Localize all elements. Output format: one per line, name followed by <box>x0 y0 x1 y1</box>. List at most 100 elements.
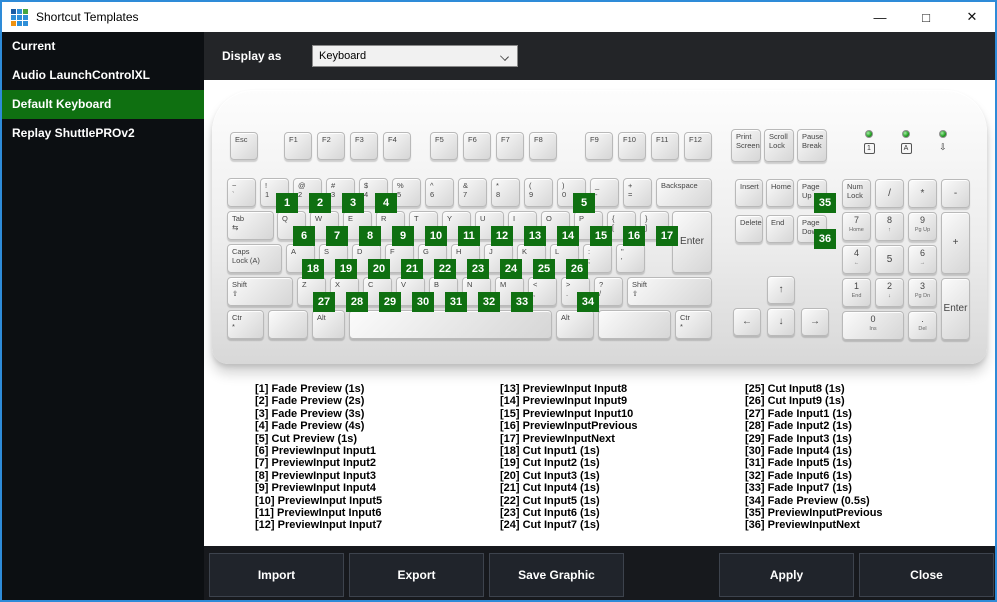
display-as-dropdown[interactable]: Keyboard <box>312 45 518 67</box>
shortcut-badge-9: 9 <box>392 226 414 246</box>
key-scroll-lock: Scroll Lock <box>764 129 794 162</box>
key-home: Home <box>766 179 794 207</box>
shortcut-list-item: [29] Fade Input3 (1s) <box>745 432 852 445</box>
key-tab: Tab ⇆ <box>227 211 274 240</box>
shortcut-badge-17: 17 <box>656 226 678 246</box>
key-pause-break: Pause Break <box>797 129 827 162</box>
shortcut-list-item: [10] PreviewInput Input5 <box>255 494 383 507</box>
key-numpad-multiply: * <box>908 179 937 208</box>
key-alt-right: Alt <box>556 310 594 339</box>
key-numpad-enter: Enter <box>941 278 970 340</box>
key-f11: F11 <box>651 132 679 160</box>
shortcut-badge-2: 2 <box>309 193 331 213</box>
import-button[interactable]: Import <box>209 553 344 597</box>
shortcut-badge-25: 25 <box>533 259 555 279</box>
key-shift-left: Shift ⇧ <box>227 277 293 306</box>
shortcut-badge-5: 5 <box>573 193 595 213</box>
shortcut-badge-1: 1 <box>276 193 298 213</box>
key-backquote: ~ ` <box>227 178 256 207</box>
window-title: Shortcut Templates <box>36 10 139 24</box>
shortcut-badge-22: 22 <box>434 259 456 279</box>
key-arrow-left: ← <box>733 308 761 336</box>
key-numpad-3: 3 Pg Dn <box>908 278 937 307</box>
key-numpad-4: 4 ← <box>842 245 871 274</box>
sidebar-item-replay-shuttleprov2[interactable]: Replay ShuttlePROv2 <box>2 119 204 148</box>
shortcut-badge-26: 26 <box>566 259 588 279</box>
shortcut-list-item: [9] PreviewInput Input4 <box>255 482 377 495</box>
key-digit-7: & 7 <box>458 178 487 207</box>
key-numpad-8: 8 ↑ <box>875 212 904 241</box>
scroll-lock-led: ⇩ <box>931 130 955 153</box>
led-dot-icon <box>865 130 873 138</box>
shortcut-list-item: [32] Fade Input6 (1s) <box>745 469 852 482</box>
key-ctrl-left: Ctr * <box>227 310 264 339</box>
shortcut-list-item: [5] Cut Preview (1s) <box>255 432 358 445</box>
sidebar-item-default-keyboard[interactable]: Default Keyboard <box>2 90 204 119</box>
shortcut-list-item: [31] Fade Input5 (1s) <box>745 457 852 470</box>
led-dot-icon <box>902 130 910 138</box>
sidebar-item-audio-launchcontrolxl[interactable]: Audio LaunchControlXL <box>2 61 204 90</box>
led-indicator-icon: ⇩ <box>939 142 947 152</box>
key-f9: F9 <box>585 132 613 160</box>
shortcut-badge-3: 3 <box>342 193 364 213</box>
key-print-screen: Print Screen <box>731 129 761 162</box>
shortcut-list-item: [8] PreviewInput Input3 <box>255 469 377 482</box>
shortcut-list-item: [34] Fade Preview (0.5s) <box>745 494 870 507</box>
shortcut-list-item: [15] PreviewInput Input10 <box>500 407 634 420</box>
num-lock-led: 1 <box>857 130 881 154</box>
display-as-value: Keyboard <box>319 50 367 62</box>
apply-button[interactable]: Apply <box>719 553 854 597</box>
key-enter: Enter <box>672 211 712 273</box>
shortcut-badge-32: 32 <box>478 292 500 312</box>
footer-bar: Import Export Save Graphic Apply Close <box>204 546 995 600</box>
save-graphic-button[interactable]: Save Graphic <box>489 553 624 597</box>
key-f2: F2 <box>317 132 345 160</box>
shortcut-badge-12: 12 <box>491 226 513 246</box>
key-numpad-divide: / <box>875 179 904 208</box>
key-insert: Insert <box>735 179 763 207</box>
close-button[interactable]: ✕ <box>949 2 995 32</box>
key-win-right <box>598 310 671 339</box>
key-numpad-period: . Del <box>908 311 937 340</box>
shortcut-badge-11: 11 <box>458 226 480 246</box>
shortcut-badge-29: 29 <box>379 292 401 312</box>
template-content: Esc F1 F2 F3 F4 F5 F6 F7 F8 F9 F10 F11 F12 Print Scree… <box>204 80 995 548</box>
shortcut-badge-27: 27 <box>313 292 335 312</box>
led-dot-icon <box>939 130 947 138</box>
shortcut-list-item: [35] PreviewInputPrevious <box>745 507 883 520</box>
led-indicator-icon: 1 <box>857 142 881 154</box>
shortcut-badge-18: 18 <box>302 259 324 279</box>
close-button[interactable]: Close <box>859 553 994 597</box>
key-numpad-minus: - <box>941 179 970 208</box>
shortcut-badge-23: 23 <box>467 259 489 279</box>
key-digit-8: * 8 <box>491 178 520 207</box>
key-numpad-9: 9 Pg Up <box>908 212 937 241</box>
minimize-button[interactable]: — <box>857 2 903 32</box>
led-indicator-icon: A <box>894 142 918 154</box>
shortcut-badge-20: 20 <box>368 259 390 279</box>
key-win-left <box>268 310 308 339</box>
key-arrow-up: ↑ <box>767 276 795 304</box>
app-logo-icon <box>11 8 28 26</box>
shortcut-list-item: [27] Fade Input1 (1s) <box>745 407 852 420</box>
maximize-button[interactable]: □ <box>903 2 949 32</box>
key-f10: F10 <box>618 132 646 160</box>
key-f5: F5 <box>430 132 458 160</box>
key-digit-9: (9 <box>524 178 553 207</box>
export-button[interactable]: Export <box>349 553 484 597</box>
shortcut-badge-6: 6 <box>293 226 315 246</box>
sidebar-item-current[interactable]: Current <box>2 32 204 61</box>
key-numpad-0: 0 Ins <box>842 311 904 340</box>
shortcut-badge-33: 33 <box>511 292 533 312</box>
shortcut-column-1: [1] Fade Preview (1s) [2] Fade Preview (2… <box>255 383 500 532</box>
shortcut-badge-30: 30 <box>412 292 434 312</box>
shortcut-badge-8: 8 <box>359 226 381 246</box>
key-space <box>349 310 552 339</box>
key-delete: Delete <box>735 215 763 243</box>
shortcut-list-item: [12] PreviewInput Input7 <box>255 519 383 532</box>
key-ctrl-right: Ctr * <box>675 310 712 339</box>
key-quote: " ' <box>616 244 645 273</box>
key-numpad-plus: + <box>941 212 970 274</box>
shortcut-column-2: [13] PreviewInput Input8 [14] PreviewInpu… <box>500 383 745 532</box>
caps-lock-led: A <box>894 130 918 154</box>
